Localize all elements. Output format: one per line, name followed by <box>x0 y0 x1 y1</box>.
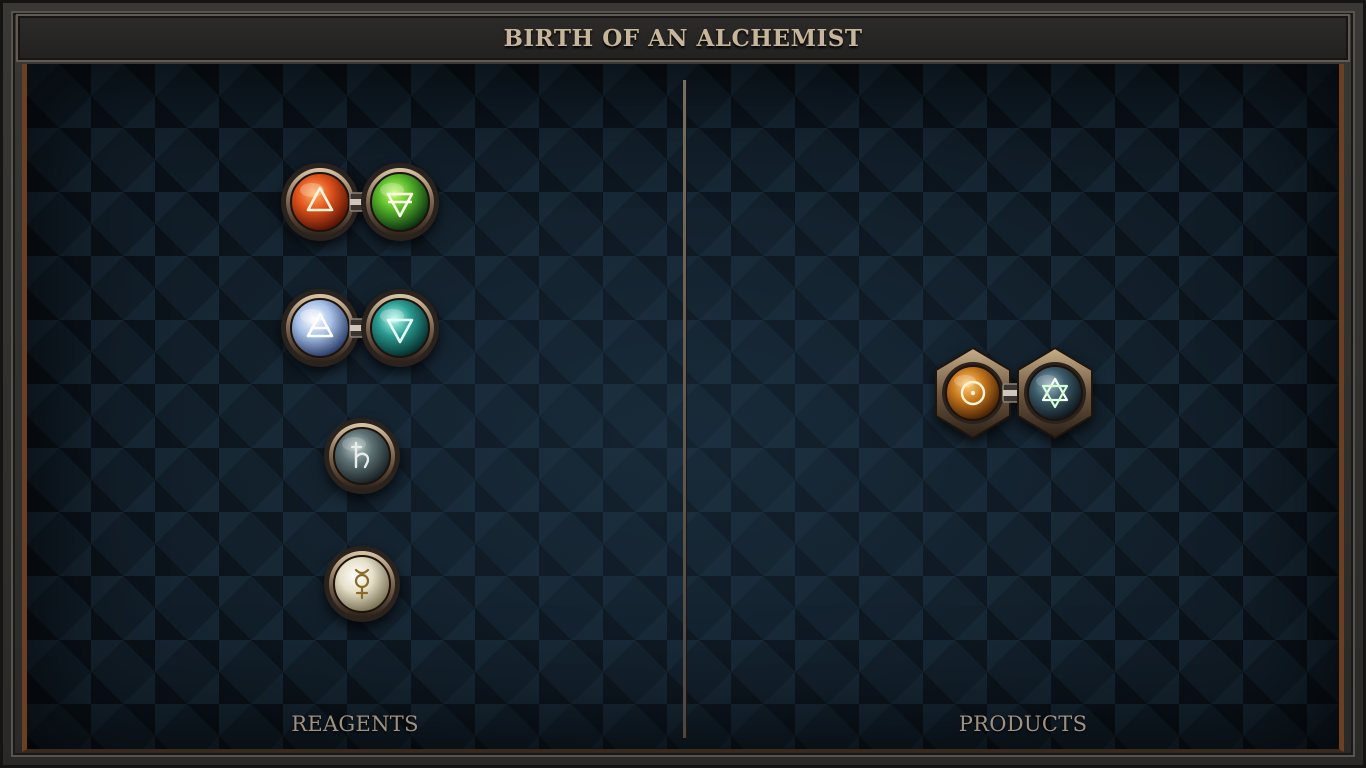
reagent-mercury[interactable] <box>322 544 402 624</box>
page-title: BIRTH OF AN ALCHEMIST <box>503 24 863 52</box>
hexagram-hex-plate <box>1017 346 1093 440</box>
column-divider <box>683 80 686 738</box>
product-gold-hexagram-pair[interactable] <box>929 346 1099 440</box>
reagent-air-water-pair[interactable] <box>278 286 442 370</box>
title-bar: BIRTH OF AN ALCHEMIST <box>16 14 1350 62</box>
alchemy-board: REAGENTS PRODUCTS <box>22 64 1344 752</box>
fire-orb <box>281 163 359 241</box>
reagents-label: REAGENTS <box>291 712 419 736</box>
lead-orb <box>324 418 400 494</box>
reagent-saturn-lead[interactable] <box>322 416 402 496</box>
reagent-fire-earth-pair[interactable] <box>278 160 442 244</box>
mercury-orb <box>324 546 400 622</box>
products-label: PRODUCTS <box>958 712 1088 736</box>
water-orb <box>361 289 439 367</box>
